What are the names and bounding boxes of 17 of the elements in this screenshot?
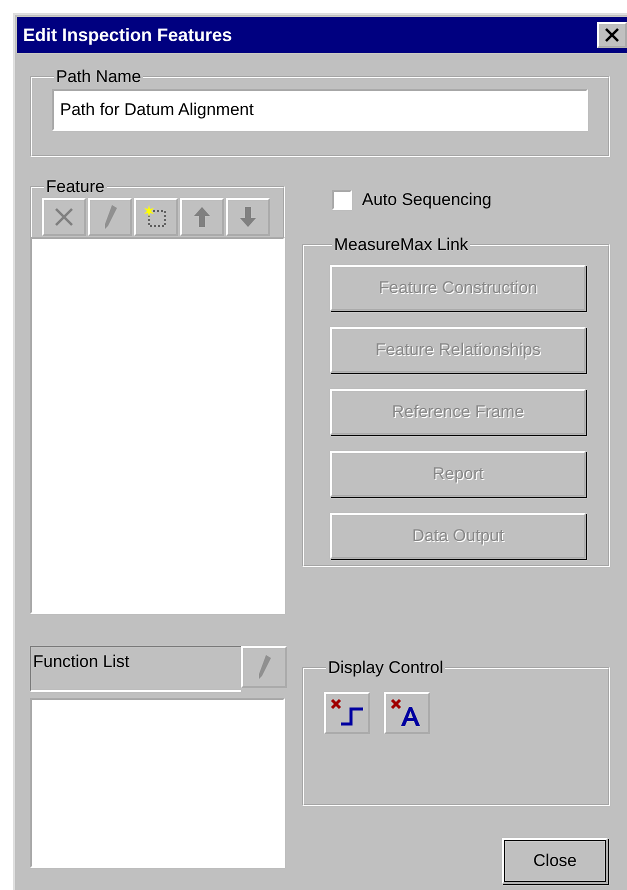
- step-display-button[interactable]: [324, 692, 370, 734]
- window-title: Edit Inspection Features: [23, 24, 232, 46]
- pencil-icon: [102, 204, 118, 230]
- group-label: MeasureMax Link: [333, 235, 470, 255]
- group-label: Path Name: [55, 67, 142, 87]
- pencil-icon: [256, 654, 272, 680]
- down-arrow-icon: [238, 205, 258, 229]
- close-icon: [604, 27, 620, 43]
- auto-sequencing-checkbox[interactable]: Auto Sequencing: [332, 187, 610, 213]
- group-label: Feature: [45, 177, 106, 197]
- new-button[interactable]: [134, 198, 178, 236]
- group-label: Display Control: [327, 658, 444, 678]
- up-arrow-icon: [192, 205, 212, 229]
- close-button[interactable]: Close: [502, 838, 608, 884]
- text-display-button[interactable]: [384, 692, 430, 734]
- close-button[interactable]: [597, 22, 627, 48]
- path-name-field[interactable]: Path for Datum Alignment: [52, 89, 588, 131]
